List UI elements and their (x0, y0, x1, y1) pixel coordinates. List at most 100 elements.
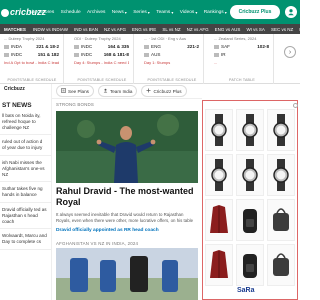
plus-icon (146, 88, 151, 94)
watch-product[interactable] (236, 154, 264, 196)
team-name: IR (214, 52, 226, 57)
nav-link-series[interactable]: Series ▾ (130, 10, 153, 15)
nav-link-live-scores[interactable]: Live Scores (26, 10, 57, 15)
nav-link-archives[interactable]: Archives (84, 10, 109, 15)
nav-link-label: News (111, 9, 124, 15)
ad-brand[interactable]: SaRa (237, 287, 255, 294)
team-label: INDC (81, 44, 93, 49)
chevron-down-icon: ▾ (224, 9, 227, 15)
nav-link-label: Schedule (60, 9, 81, 15)
story-summary: It always seemed inevitable that Dravid … (56, 212, 194, 223)
team-label: INDC (81, 52, 93, 57)
watch-product[interactable] (205, 109, 233, 151)
score-card[interactable]: ... Zealand Series, 2024 SAF 102-8 IR... PAT… (210, 34, 274, 84)
card-links[interactable]: PATCH TABLE (210, 78, 274, 82)
nav-link-rankings[interactable]: Rankings ▾ (201, 10, 230, 15)
user-icon[interactable] (285, 6, 297, 18)
card-series: ... · 1st ODI · Eng v Aus (144, 36, 187, 41)
card-series: ODI · Duleep Trophy 2024 (74, 36, 121, 41)
score-card[interactable]: ODI · Duleep Trophy 2024 INDC 164 & 335 IND… (70, 34, 134, 84)
nav-links: Live Scores Schedule Archives News ▾ Series ▾ T… (26, 0, 250, 24)
watch-product[interactable] (236, 109, 264, 151)
second-story-image[interactable] (56, 248, 198, 300)
team-label: IR (221, 52, 226, 57)
card-links[interactable]: POINTSTABLE SCHEDULE (70, 78, 134, 82)
team-score: 168 & 181-8 (103, 52, 129, 57)
news-item[interactable]: ruled out of action d of year due to inj… (0, 135, 51, 156)
team-score: 102-8 (257, 44, 269, 49)
card-links[interactable]: POINTSTABLE SCHEDULE (0, 78, 64, 82)
team-name: INDC (4, 52, 22, 57)
news-item[interactable]: Dravid officially ted as Rajasthan s hea… (0, 203, 51, 230)
left-heading: Cricbuzz (4, 86, 25, 92)
bag-product[interactable] (267, 199, 295, 241)
nav-link-label: Live Scores (29, 9, 55, 15)
tab-see-plans[interactable]: See Plans (56, 85, 94, 97)
team-name: AUS (144, 52, 160, 57)
match-tab[interactable]: NZ vs AFG (101, 27, 129, 32)
flag-icon (214, 44, 219, 49)
watch-product[interactable] (267, 154, 295, 196)
match-tab[interactable]: INDW vs INDIAW (30, 27, 71, 32)
quick-tabs: See Plans Team India Cricbuzz Plus (52, 84, 202, 99)
team-row: INDC 164 & 335 (74, 44, 129, 49)
logo[interactable]: cricbuzz (0, 0, 46, 24)
headline[interactable]: Rahul Dravid - The most-wanted Royal (56, 186, 198, 208)
team-label: AUS (151, 52, 161, 57)
team-label: SAF (221, 44, 230, 49)
nav-link-label: Archives (87, 9, 106, 15)
nav-link-label: Videos (179, 9, 195, 15)
backpack-product[interactable] (236, 244, 264, 286)
tab-team-india[interactable]: Team India (97, 85, 138, 97)
backpack-product[interactable] (236, 199, 264, 241)
bag-product[interactable] (267, 244, 295, 286)
match-tab[interactable]: NZ vs AFG (184, 27, 212, 32)
hero-image[interactable] (56, 111, 198, 183)
match-tab[interactable]: ENG vs AUS (212, 27, 244, 32)
score-card[interactable]: ... Duleep Trophy 2024 INDA 221 & 18-2 INDC… (0, 34, 64, 84)
nav-link-schedule[interactable]: Schedule (57, 10, 83, 15)
flag-icon (4, 44, 9, 49)
card-series: ... Duleep Trophy 2024 (4, 36, 45, 41)
watch-product[interactable] (267, 109, 295, 151)
card-links[interactable]: POINTSTABLE SCHEDULE (140, 78, 204, 82)
team-score: 151 & 182 (37, 52, 59, 57)
news-item[interactable]: Wolvaardt, Marcu and Day to complete cs (0, 229, 51, 250)
related-link[interactable]: Dravid officially appointed as RR head c… (56, 228, 198, 234)
team-name: INDC (74, 52, 92, 57)
ad-info-icon[interactable] (293, 103, 298, 108)
nav-link-news[interactable]: News ▾ (109, 10, 130, 15)
advertisement[interactable]: SaRa (202, 100, 298, 300)
score-strip: ... Duleep Trophy 2024 INDA 221 & 18-2 INDC… (0, 34, 300, 84)
flag-icon (144, 52, 149, 57)
cricbuzz-plus-button[interactable]: Cricbuzz Plus (230, 5, 280, 19)
plans-icon (61, 88, 66, 94)
match-status: ... (214, 60, 218, 65)
nav-link-label: Teams (156, 9, 171, 15)
team-row: AUS (144, 52, 199, 57)
match-tab[interactable]: SL vs NZ (159, 27, 183, 32)
nav-link-videos[interactable]: Videos ▾ (177, 10, 201, 15)
score-card[interactable]: ... · 1st ODI · Eng v Aus ENG 221-2 AUS Day … (140, 34, 204, 84)
nav-link-teams[interactable]: Teams ▾ (153, 10, 177, 15)
news-item[interactable]: Suthar takes five ng hands in balance (0, 182, 51, 203)
team-label: INDA (11, 44, 22, 49)
jacket-product[interactable] (205, 244, 233, 286)
jacket-product[interactable] (205, 199, 233, 241)
team-row: INDC 168 & 181-8 (74, 52, 129, 57)
news-item[interactable]: ll bats on Noida ity, refreed hoque to c… (0, 109, 51, 136)
next-arrow-button[interactable]: › (284, 46, 296, 58)
match-tab[interactable]: IRE vs SA (296, 27, 320, 32)
team-row: INDC 151 & 182 (4, 52, 59, 57)
match-tab[interactable]: IND vs BAN (71, 27, 101, 32)
match-tab[interactable]: SEC vs NZ (268, 27, 296, 32)
match-tab[interactable]: WI vs SA (243, 27, 268, 32)
matches-subbar: MATCHES INDW vs INDIAW IND vs BAN NZ vs AF… (0, 24, 320, 34)
match-tab[interactable]: ENG vs IRE (129, 27, 159, 32)
tab-cricbuzz-plus[interactable]: Cricbuzz Plus (141, 85, 187, 97)
watch-product[interactable] (205, 154, 233, 196)
tab-label: Team India (109, 88, 133, 94)
team-row: IR (214, 52, 269, 57)
team-score: 221 & 18-2 (36, 44, 59, 49)
news-item[interactable]: ish Nabi misses the Afghanistan's one-vs… (0, 156, 51, 183)
